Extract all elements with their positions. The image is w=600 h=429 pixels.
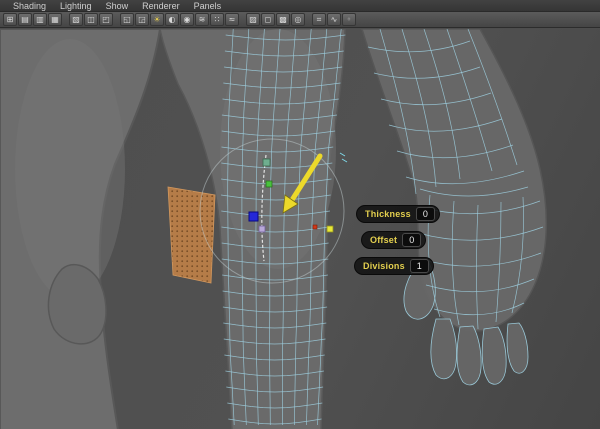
xray-icon[interactable]: ▨ [246,13,260,26]
gate-mask-icon[interactable]: ▦ [48,13,62,26]
hud-offset-value[interactable]: 0 [402,233,422,247]
resolution-gate-icon[interactable]: ▥ [33,13,47,26]
menu-renderer[interactable]: Renderer [135,0,187,12]
motion-blur-icon[interactable]: ≋ [195,13,209,26]
shadows-icon[interactable]: ◐ [165,13,179,26]
manipulator-handle-yellow[interactable] [326,225,334,233]
toolbar-group-display: ▨ ◻ ▩ ◎ [246,13,306,26]
panel-toolbar: ⊞ ▤ ▥ ▦ ▧ ◫ ◰ ◱ ◲ ☀ ◐ ◉ ≋ ∷ ≈ ▨ ◻ ▩ ◎ ⌗ [0,12,600,28]
manipulator-handle-red[interactable] [312,224,318,230]
multisample-icon[interactable]: ∷ [210,13,224,26]
hud-thickness-value[interactable]: 0 [415,207,435,221]
viewport[interactable]: Thickness 0 Offset 0 Divisions 1 [0,29,600,429]
toolbar-group-render: ◱ ◲ ☀ ◐ ◉ ≋ ∷ ≈ [120,13,240,26]
snap-grid-icon[interactable]: ⌗ [312,13,326,26]
safe-action-icon[interactable]: ◫ [84,13,98,26]
menu-show[interactable]: Show [99,0,136,12]
hud-offset-field[interactable]: Offset 0 [361,231,427,249]
hud-divisions-field[interactable]: Divisions 1 [354,257,434,275]
snap-point-icon[interactable]: ◦ [342,13,356,26]
manipulator-tick-marks [339,152,348,163]
film-gate-icon[interactable]: ▤ [18,13,32,26]
finger-mesh [506,322,529,374]
hud-thickness-label: Thickness [365,209,411,219]
left-limb-mesh[interactable] [0,29,162,429]
toolbar-group-snap: ⌗ ∿ ◦ [312,13,357,26]
panel-menu-bar: Shading Lighting Show Renderer Panels [0,0,600,12]
menu-shading[interactable]: Shading [6,0,53,12]
manipulator-handle-blue[interactable] [248,211,259,222]
fog-icon[interactable]: ≈ [225,13,239,26]
field-chart-icon[interactable]: ▧ [69,13,83,26]
safe-title-icon[interactable]: ◰ [99,13,113,26]
toolbar-group-gates: ⊞ ▤ ▥ ▦ [3,13,63,26]
ambient-occlusion-icon[interactable]: ◉ [180,13,194,26]
wireframe-on-shaded-icon[interactable]: ◻ [261,13,275,26]
frame-selection-icon[interactable]: ◲ [135,13,149,26]
menu-lighting[interactable]: Lighting [53,0,99,12]
menu-panels[interactable]: Panels [187,0,229,12]
finger-mesh [481,326,507,385]
hud-offset-label: Offset [370,235,398,245]
finger-mesh [456,325,482,386]
finger-mesh [430,318,457,380]
toolbar-group-safe: ▧ ◫ ◰ [69,13,114,26]
manipulator-handle-green[interactable] [265,180,273,188]
scene-canvas[interactable] [0,29,600,429]
hud-thickness-field[interactable]: Thickness 0 [356,205,440,223]
snap-curve-icon[interactable]: ∿ [327,13,341,26]
grid-icon[interactable]: ⊞ [3,13,17,26]
hud-divisions-value[interactable]: 1 [409,259,429,273]
frame-all-icon[interactable]: ◱ [120,13,134,26]
maya-viewport-panel: Shading Lighting Show Renderer Panels ⊞ … [0,0,600,429]
manipulator-handle-lavender[interactable] [258,225,266,233]
isolate-select-icon[interactable]: ◎ [291,13,305,26]
textured-icon[interactable]: ▩ [276,13,290,26]
selected-faces-patch[interactable] [167,186,216,284]
manipulator-handle-teal[interactable] [262,158,271,167]
hud-divisions-label: Divisions [363,261,405,271]
lighting-icon[interactable]: ☀ [150,13,164,26]
